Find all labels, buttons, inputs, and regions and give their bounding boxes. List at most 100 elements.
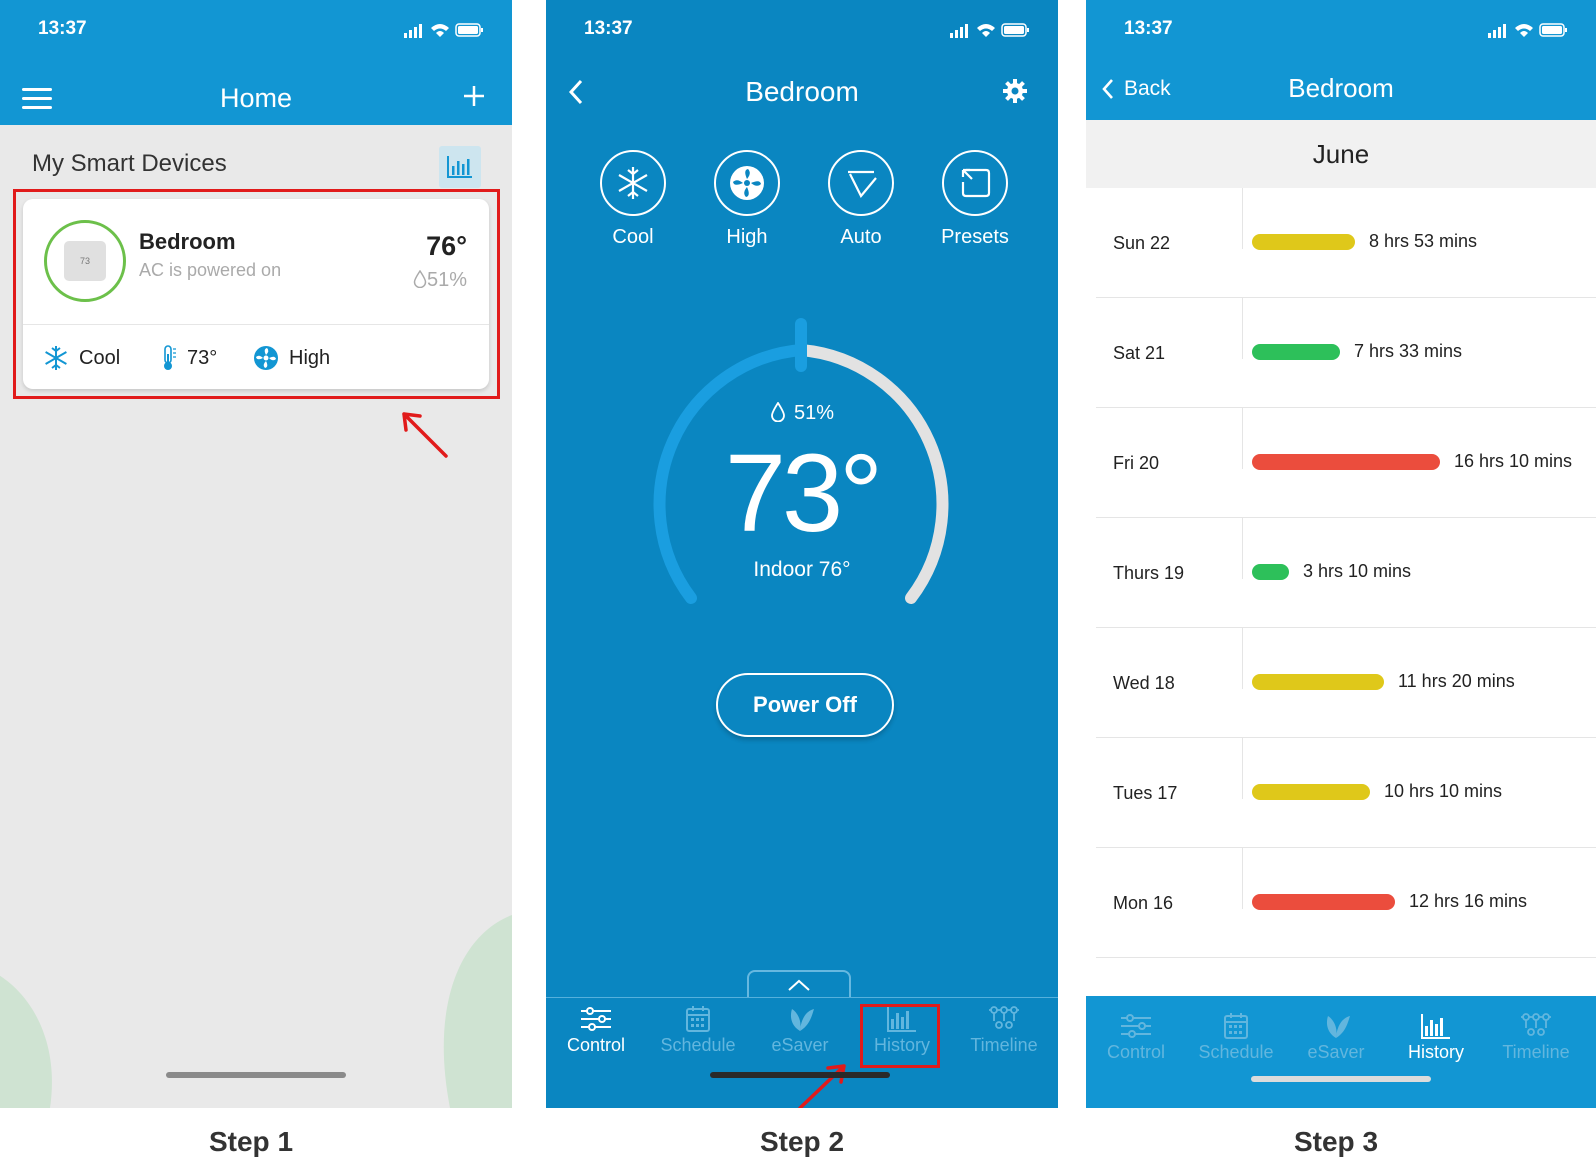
- row-separator-vertical: [1242, 628, 1243, 689]
- fan-icon: [730, 166, 764, 200]
- history-row[interactable]: Fri 20 16 hrs 10 mins: [1096, 408, 1596, 518]
- history-row[interactable]: Thurs 19 3 hrs 10 mins: [1096, 518, 1596, 628]
- status-bar: 13:37: [546, 0, 1058, 56]
- leaf-decoration-left: [0, 975, 52, 1108]
- chevron-up-icon: [788, 979, 810, 991]
- tab-esaver[interactable]: eSaver: [1286, 1012, 1386, 1063]
- usage-bar: [1252, 784, 1370, 800]
- usage-duration: 12 hrs 16 mins: [1409, 891, 1528, 911]
- usage-bar: [1252, 234, 1355, 250]
- month-header: June: [1086, 120, 1596, 188]
- app-header: 13:37 Home: [0, 0, 512, 125]
- usage-bar: [1252, 454, 1440, 470]
- history-day: Wed 18: [1113, 673, 1175, 693]
- mode-button-presets[interactable]: Presets: [941, 150, 1012, 248]
- page-title: Home: [219, 83, 293, 113]
- step-label-1: Step 1: [208, 1126, 294, 1157]
- status-icons: [404, 23, 483, 38]
- mode-button-high[interactable]: High: [714, 150, 784, 248]
- chart-button[interactable]: [439, 146, 481, 188]
- drawer-handle[interactable]: [747, 970, 851, 998]
- tab-control[interactable]: Control: [546, 1005, 646, 1056]
- row-separator-vertical: [1242, 298, 1243, 359]
- timeline-icon: [989, 1006, 1019, 1029]
- mode-label: High: [726, 226, 768, 248]
- usage-duration: 11 hrs 20 mins: [1398, 671, 1515, 691]
- history-day: Thurs 19: [1113, 563, 1185, 583]
- mode-ring: [828, 150, 894, 216]
- tab-esaver[interactable]: eSaver: [750, 1005, 850, 1056]
- tab-history-active[interactable]: History: [1386, 1012, 1486, 1063]
- row-separator-vertical: [1242, 188, 1243, 249]
- mode-button-cool[interactable]: Cool: [600, 150, 670, 248]
- usage-bar: [1252, 674, 1384, 690]
- status-icons: [950, 23, 1029, 38]
- power-off-button[interactable]: Power Off: [716, 673, 894, 737]
- tab-label: Control: [1106, 1042, 1166, 1062]
- home-indicator: [1251, 1076, 1431, 1082]
- row-separator: [1096, 957, 1596, 958]
- leaf-decoration-right: [443, 915, 512, 1108]
- tab-bar: Control Schedule eSaver History Timeline: [1086, 996, 1596, 1108]
- mode-label: Cool: [612, 226, 654, 248]
- add-device-icon[interactable]: [462, 84, 486, 108]
- presets-icon: [961, 168, 991, 198]
- tab-label: Timeline: [1502, 1042, 1570, 1062]
- tab-timeline[interactable]: Timeline: [954, 1005, 1054, 1056]
- control-screen: 13:37 Bedroom Cool High Auto Presets 51%…: [546, 0, 1058, 1108]
- dial-handle[interactable]: [795, 318, 807, 372]
- home-indicator: [710, 1072, 890, 1078]
- step-label-2: Step 2: [759, 1126, 845, 1157]
- swing-icon: [848, 170, 877, 198]
- mode-button-auto[interactable]: Auto: [828, 150, 898, 248]
- calendar-icon: [686, 1006, 710, 1032]
- usage-bar: [1252, 894, 1395, 910]
- gear-icon[interactable]: [1002, 78, 1028, 104]
- usage-duration: 8 hrs 53 mins: [1369, 231, 1478, 251]
- mode-label: Auto: [840, 226, 882, 248]
- usage-duration: 7 hrs 33 mins: [1354, 341, 1463, 361]
- mode-ring: [600, 150, 666, 216]
- step-label-3: Step 3: [1293, 1126, 1379, 1157]
- tab-label: Timeline: [970, 1035, 1038, 1055]
- bar-chart-icon: [1421, 1014, 1450, 1039]
- droplet-icon: [771, 401, 785, 423]
- page-title: Bedroom: [745, 76, 859, 107]
- history-row[interactable]: Wed 18 11 hrs 20 mins: [1096, 628, 1596, 738]
- usage-duration: 16 hrs 10 mins: [1454, 451, 1573, 471]
- tab-bar-divider: [546, 997, 1058, 998]
- humidity-readout: 51%: [546, 401, 1058, 425]
- history-row[interactable]: Sat 21 7 hrs 33 mins: [1096, 298, 1596, 408]
- tab-timeline[interactable]: Timeline: [1486, 1012, 1586, 1063]
- usage-duration: 3 hrs 10 mins: [1303, 561, 1412, 581]
- tab-schedule[interactable]: Schedule: [648, 1005, 748, 1056]
- status-time: 13:37: [584, 18, 633, 39]
- pointer-arrow: [402, 412, 448, 458]
- status-time: 13:37: [38, 18, 87, 39]
- home-indicator: [166, 1072, 346, 1078]
- status-bar: 13:37: [1086, 0, 1596, 56]
- setpoint-temperature: 73°: [724, 432, 883, 555]
- tab-schedule[interactable]: Schedule: [1186, 1012, 1286, 1063]
- tab-label: Schedule: [1198, 1042, 1274, 1062]
- row-separator-vertical: [1242, 518, 1243, 579]
- history-day: Tues 17: [1113, 783, 1178, 803]
- history-row[interactable]: Sun 22 8 hrs 53 mins: [1096, 188, 1596, 298]
- row-separator-vertical: [1242, 408, 1243, 469]
- mode-ring: [942, 150, 1008, 216]
- calendar-icon: [1224, 1013, 1248, 1039]
- history-day: Sat 21: [1113, 343, 1166, 363]
- history-row[interactable]: Mon 16 12 hrs 16 mins: [1096, 848, 1596, 958]
- tab-control[interactable]: Control: [1086, 1012, 1186, 1063]
- status-time: 13:37: [1124, 18, 1173, 39]
- home-screen: 13:37 Home My Smart Devices 73 Bedroom A…: [0, 0, 512, 1108]
- highlight-device-card: [13, 189, 500, 399]
- chart-icon: [447, 156, 472, 178]
- leaf-icon: [1326, 1016, 1350, 1038]
- tab-label: History: [1407, 1042, 1464, 1062]
- history-row[interactable]: Tues 17 10 hrs 10 mins: [1096, 738, 1596, 848]
- tab-label: eSaver: [771, 1035, 829, 1055]
- sliders-icon: [581, 1007, 611, 1031]
- usage-bar: [1252, 344, 1340, 360]
- app-header: 13:37 Back Bedroom: [1086, 0, 1596, 120]
